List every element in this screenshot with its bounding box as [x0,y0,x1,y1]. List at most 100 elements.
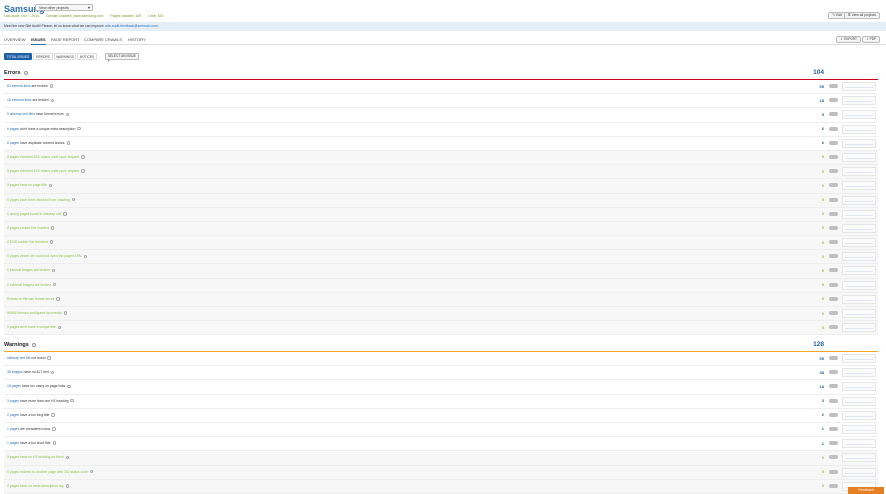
issue-count[interactable]: 2 [822,412,824,417]
issue-link[interactable]: 63 internal links [7,84,31,88]
issue-link[interactable]: 1 pages [7,441,19,445]
issue-count[interactable]: 0 [822,469,824,474]
issue-toggle[interactable] [829,84,838,88]
tab-overview[interactable]: OVERVIEW [4,37,26,42]
info-icon[interactable] [70,398,74,403]
all-projects-button[interactable]: ☰ View all projects [843,12,880,19]
issue-count[interactable]: 0 [822,154,824,159]
issue-text[interactable]: 0 pages have no meta description tag [7,484,64,488]
issue-count[interactable]: 38 [820,370,824,375]
issue-text[interactable]: 0 external images are broken [7,283,51,287]
issue-text[interactable]: 0 pages where we could not open the page… [7,254,82,258]
issue-count[interactable]: 65 [820,84,824,89]
info-icon[interactable] [67,384,71,389]
issue-count[interactable]: 6 [822,126,824,131]
issue-toggle[interactable] [829,211,838,216]
issue-toggle[interactable] [829,197,838,202]
issue-text[interactable]: 0 pages couldn't be crawled [7,226,49,230]
issue-toggle[interactable] [829,384,838,389]
issue-text[interactable]: 0 pages returned 5XX status code upon re… [7,155,79,159]
issue-toggle[interactable] [829,483,838,488]
issue-link[interactable]: 6 pages [7,141,19,145]
issue-count[interactable]: 3 [822,398,824,403]
pdf-button[interactable]: ⇩ PDF [862,36,880,43]
issue-count[interactable]: 0 [822,254,824,259]
issue-text[interactable]: 0 pages don't have a unique title [7,325,56,329]
issue-toggle[interactable] [829,98,838,103]
issue-toggle[interactable] [829,356,838,360]
issue-text[interactable]: 0 pages have been blocked from crawling [7,198,70,202]
issue-toggle[interactable] [829,169,838,174]
info-icon[interactable] [66,141,71,145]
info-icon[interactable] [52,441,57,445]
issue-count[interactable]: 1 [822,426,824,431]
info-icon[interactable] [89,469,94,474]
select-issue-dropdown[interactable]: SELECT AN ISSUE ▾ [105,53,139,63]
issue-link[interactable]: 18 external links [7,98,32,102]
issue-link[interactable]: 3 pages [7,399,19,403]
tab-history[interactable]: HISTORY [128,37,146,42]
issue-toggle[interactable] [829,183,838,188]
issue-text[interactable]: 0 pages have no H1 heading on them [7,455,64,459]
issue-toggle[interactable] [829,426,838,431]
issue-text[interactable]: 0 pages returned 4XX status code upon re… [7,169,79,173]
issue-count[interactable]: 0 [822,483,824,488]
info-icon[interactable] [49,240,54,244]
info-icon[interactable] [51,268,56,273]
project-select[interactable]: View other projects ▾ [35,4,93,11]
issue-toggle[interactable] [829,240,838,245]
issue-toggle[interactable] [829,398,838,403]
issue-toggle[interactable] [829,254,838,259]
issue-toggle[interactable] [829,225,838,230]
tab-compare-crawls[interactable]: COMPARE CRAWLS [84,37,122,42]
info-icon[interactable] [65,112,70,117]
feedback-button[interactable]: Feedback [848,487,884,494]
info-icon[interactable] [50,226,55,230]
filter-warnings[interactable]: WARNINGS [54,53,76,60]
issue-link[interactable]: sitemap.xml file [7,356,30,360]
issue-count[interactable]: 0 [822,183,824,188]
issue-toggle[interactable] [829,412,838,417]
issue-count[interactable]: 0 [822,240,824,245]
warnings-total[interactable]: 128 [813,341,824,348]
issue-count[interactable]: 0 [822,455,824,460]
issue-count[interactable]: 0 [822,282,824,287]
issue-text[interactable]: 0 pages redirect to another page with 30… [7,470,88,474]
issue-text[interactable]: 0 DNS couldn't be resolved [7,240,48,244]
filter-notices[interactable]: NOTICES [77,53,97,60]
info-icon[interactable] [56,297,60,301]
issue-link[interactable]: 1 pages [7,427,19,431]
feedback-email-link[interactable]: site-audit-feedback@semrush.com [105,24,157,28]
issue-toggle[interactable] [829,296,838,301]
issue-text[interactable]: WWW domain configured incorrectly [7,311,62,315]
issue-count[interactable]: 0 [822,296,824,301]
issue-count[interactable]: 18 [820,98,824,103]
issue-link[interactable]: 9 sitemap.xml files [7,112,35,116]
issue-toggle[interactable] [829,311,838,315]
issue-count[interactable]: 0 [822,169,824,174]
issue-toggle[interactable] [829,325,838,330]
info-icon[interactable] [50,370,55,375]
issue-count[interactable]: 0 [822,311,824,316]
info-icon[interactable] [32,342,37,347]
issue-count[interactable]: 0 [822,268,824,273]
issue-toggle[interactable] [829,112,838,117]
info-icon[interactable] [51,413,55,417]
issue-count[interactable]: 0 [822,197,824,202]
issue-count[interactable]: 18 [820,384,824,389]
info-icon[interactable] [24,70,29,75]
info-icon[interactable] [47,356,51,360]
info-icon[interactable] [52,282,57,287]
issue-toggle[interactable] [829,282,838,287]
issue-text[interactable]: 0 internal images are broken [7,268,50,272]
info-icon[interactable] [48,183,53,188]
info-icon[interactable] [63,311,68,315]
info-icon[interactable] [50,98,55,103]
issue-count[interactable]: 0 [822,211,824,216]
info-icon[interactable] [52,427,56,431]
info-icon[interactable] [65,484,70,488]
issue-text[interactable]: 0 pages have no page title [7,183,47,187]
issue-toggle[interactable] [829,126,838,131]
info-icon[interactable] [63,212,67,216]
tab-page-report[interactable]: PAGE REPORT [51,37,80,42]
